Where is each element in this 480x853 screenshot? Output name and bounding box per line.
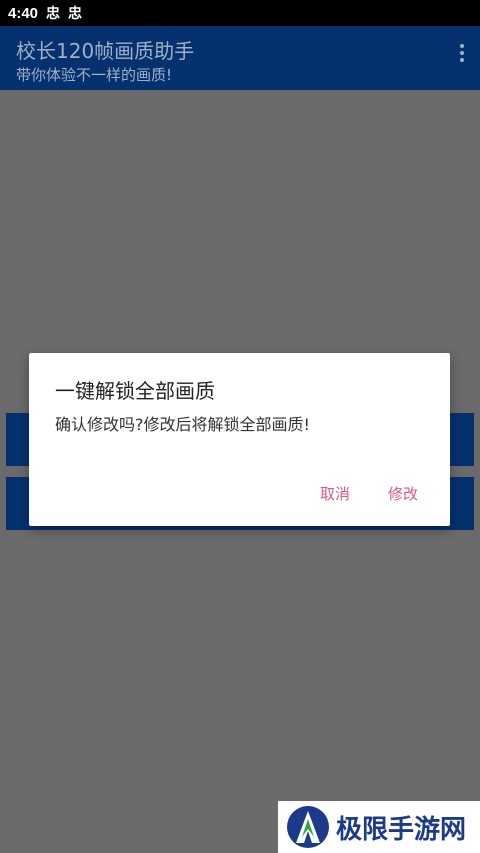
overflow-menu-icon[interactable] [458, 44, 466, 66]
dialog-message: 确认修改吗?修改后将解锁全部画质! [55, 415, 310, 434]
watermark-logo-icon [287, 806, 329, 848]
watermark-text: 极限手游网 [336, 814, 467, 845]
app-bar: 校长120帧画质助手 带你体验不一样的画质! [0, 26, 480, 90]
dialog-title: 一键解锁全部画质 [55, 379, 215, 403]
status-bar: 4:40 忠 忠 [0, 0, 480, 26]
status-time: 4:40 [8, 4, 39, 22]
notification-icon-2: 忠 [68, 5, 83, 21]
app-title: 校长120帧画质助手 [16, 39, 195, 63]
confirm-button[interactable]: 修改 [388, 483, 418, 504]
confirm-dialog: 一键解锁全部画质 确认修改吗?修改后将解锁全部画质! 取消 修改 [29, 353, 450, 526]
watermark: 极限手游网 [278, 801, 480, 853]
notification-icon: 忠 [46, 5, 61, 21]
app-subtitle: 带你体验不一样的画质! [16, 66, 173, 84]
cancel-button[interactable]: 取消 [320, 483, 350, 504]
